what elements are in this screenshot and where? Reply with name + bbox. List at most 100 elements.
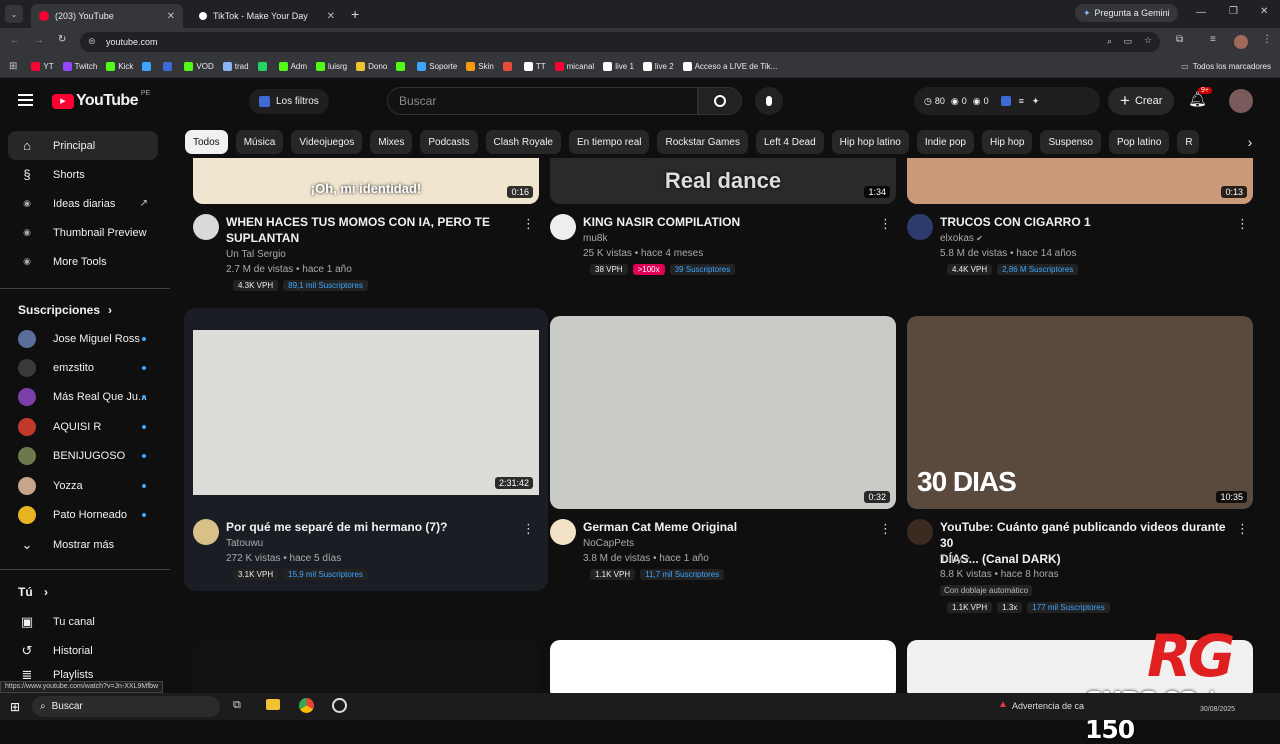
zoom-icon[interactable]: ⌕ bbox=[1107, 36, 1112, 47]
file-explorer-icon[interactable] bbox=[266, 699, 280, 710]
video-thumbnail[interactable]: 0:32 bbox=[550, 316, 896, 509]
video-title[interactable]: YouTube: Cuánto gané publicando videos d… bbox=[940, 519, 1230, 567]
video-thumbnail[interactable]: ¡Oh, mi identidad! 0:16 bbox=[193, 158, 539, 204]
media-icon[interactable]: ≡ bbox=[1210, 34, 1216, 45]
close-tab-icon[interactable]: ✕ bbox=[327, 11, 335, 22]
channel-avatar[interactable] bbox=[550, 519, 576, 545]
bookmark-item[interactable]: Skin bbox=[466, 62, 494, 71]
channel-avatar[interactable] bbox=[193, 214, 219, 240]
more-options-icon[interactable]: ⋮ bbox=[522, 216, 535, 232]
minimize-button[interactable]: — bbox=[1196, 7, 1206, 18]
all-bookmarks[interactable]: ▭ Todos los marcadores bbox=[1181, 62, 1271, 71]
bookmark-item[interactable]: trad bbox=[222, 62, 249, 71]
more-options-icon[interactable]: ⋮ bbox=[879, 216, 892, 232]
profile-avatar[interactable] bbox=[1234, 35, 1248, 49]
more-options-icon[interactable]: ⋮ bbox=[1236, 216, 1249, 232]
apps-icon[interactable]: ⊞ bbox=[9, 61, 17, 72]
bookmark-item[interactable]: Dono bbox=[356, 62, 387, 71]
filter-chip[interactable]: Left 4 Dead bbox=[755, 130, 824, 154]
chrome-taskbar-icon[interactable] bbox=[299, 698, 314, 713]
filter-chip[interactable]: Indie pop bbox=[916, 130, 974, 154]
bookmark-item[interactable]: VOD bbox=[184, 62, 214, 71]
filter-chip[interactable]: Clash Royale bbox=[485, 130, 561, 154]
filter-chip[interactable]: Suspenso bbox=[1040, 130, 1101, 154]
more-options-icon[interactable]: ⋮ bbox=[1236, 521, 1249, 537]
video-title[interactable]: WHEN HACES TUS MOMOS CON IA, PERO TE SUPL… bbox=[226, 214, 516, 246]
sparkle-icon[interactable]: ✦ bbox=[1032, 96, 1040, 107]
filter-chip[interactable]: Rockstar Games bbox=[657, 130, 748, 154]
hamburger-menu-icon[interactable] bbox=[18, 94, 33, 106]
filter-chip[interactable]: Hip hop latino bbox=[831, 130, 909, 154]
browser-menu-icon[interactable]: ⋮ bbox=[1262, 34, 1272, 45]
video-thumbnail[interactable]: 30 DIAS 10:35 bbox=[907, 316, 1253, 509]
video-title[interactable]: German Cat Meme Original bbox=[583, 519, 873, 535]
filter-chip[interactable]: Videojuegos bbox=[291, 130, 363, 154]
bookmark-item[interactable]: YT bbox=[31, 62, 54, 71]
video-thumbnail[interactable]: 0:13 bbox=[907, 158, 1253, 204]
video-title[interactable]: KING NASIR COMPILATION bbox=[583, 214, 873, 230]
search-button[interactable] bbox=[698, 87, 742, 115]
tab-tiktok[interactable]: TikTok - Make Your Day ✕ bbox=[191, 4, 343, 28]
filter-chip[interactable]: R bbox=[1177, 130, 1200, 154]
channel-avatar[interactable] bbox=[907, 519, 933, 545]
bookmark-item[interactable]: Acceso a LIVE de Tik... bbox=[682, 62, 777, 71]
list-icon[interactable]: ≡ bbox=[1019, 96, 1024, 106]
bookmark-star-icon[interactable]: ☆ bbox=[1144, 35, 1152, 46]
bookmark-item[interactable]: live 2 bbox=[642, 62, 674, 71]
gemini-button[interactable]: ✦ Pregunta a Gemini bbox=[1075, 4, 1178, 22]
bookmark-item[interactable] bbox=[257, 62, 270, 71]
video-thumbnail[interactable] bbox=[193, 640, 539, 693]
video-title[interactable]: TRUCOS CON CIGARRO 1 bbox=[940, 214, 1230, 230]
more-options-icon[interactable]: ⋮ bbox=[522, 521, 535, 537]
bookmark-item[interactable] bbox=[142, 62, 154, 71]
create-button[interactable]: + Crear bbox=[1108, 87, 1175, 115]
channel-avatar[interactable] bbox=[193, 519, 219, 545]
cast-icon[interactable]: ▭ bbox=[1123, 36, 1132, 47]
channel-name[interactable]: NoCapPets bbox=[583, 538, 634, 549]
channel-name[interactable]: elxokas ✔ bbox=[940, 233, 983, 244]
video-thumbnail[interactable]: Real dance 1:34 bbox=[550, 158, 896, 204]
youtube-logo[interactable]: ▶ YouTube PE bbox=[52, 90, 150, 110]
bookmark-item[interactable] bbox=[163, 62, 175, 71]
bookmark-item[interactable]: micanal bbox=[554, 62, 594, 71]
filters-button[interactable]: Los filtros bbox=[249, 89, 329, 114]
channel-name[interactable]: Tatouwu bbox=[226, 538, 263, 549]
back-icon[interactable]: ← bbox=[10, 35, 20, 46]
bookmark-item[interactable]: Adm bbox=[278, 62, 307, 71]
forward-icon[interactable]: → bbox=[34, 35, 44, 46]
channel-avatar[interactable] bbox=[550, 214, 576, 240]
channel-avatar[interactable] bbox=[907, 214, 933, 240]
close-window-button[interactable]: ✕ bbox=[1260, 6, 1268, 17]
maximize-button[interactable]: ❐ bbox=[1229, 6, 1238, 17]
taskbar-search[interactable]: ⌕ Buscar bbox=[32, 696, 220, 717]
site-info-icon[interactable]: ⊜ bbox=[88, 36, 96, 47]
bookmark-item[interactable]: Soporte bbox=[417, 62, 457, 71]
tab-youtube[interactable]: (203) YouTube ✕ bbox=[31, 4, 183, 28]
filter-chip[interactable]: Mixes bbox=[370, 130, 413, 154]
filter-chip[interactable]: En tiempo real bbox=[569, 130, 650, 154]
windows-start-icon[interactable]: ⊞ bbox=[10, 700, 20, 714]
taskbar-warning[interactable]: Advertencia de ca bbox=[1012, 701, 1084, 711]
obs-taskbar-icon[interactable] bbox=[332, 698, 347, 713]
filter-chip[interactable]: Podcasts bbox=[420, 130, 478, 154]
video-thumbnail[interactable]: 2:31:42 bbox=[193, 330, 539, 495]
bookmark-item[interactable]: TT bbox=[523, 62, 546, 71]
chips-next-button[interactable]: › bbox=[1238, 130, 1262, 154]
search-input[interactable]: Buscar bbox=[387, 87, 698, 115]
tab-list-button[interactable]: ⌄ bbox=[5, 5, 23, 23]
account-avatar[interactable] bbox=[1229, 89, 1253, 113]
filter-chip[interactable]: Música bbox=[235, 130, 284, 154]
video-title[interactable]: Por qué me separé de mi hermano (7)? bbox=[226, 519, 516, 535]
bookmark-item[interactable] bbox=[396, 62, 408, 71]
extensions-icon[interactable]: ⧉ bbox=[1176, 34, 1183, 45]
sidebar-item-principal[interactable]: ⌂ Principal bbox=[8, 131, 158, 160]
close-tab-icon[interactable]: ✕ bbox=[167, 11, 175, 22]
filter-chip[interactable]: Pop latino bbox=[1108, 130, 1170, 154]
task-view-icon[interactable]: ⧉ bbox=[233, 699, 241, 712]
bookmark-item[interactable]: live 1 bbox=[603, 62, 634, 71]
extension-icon[interactable] bbox=[1000, 96, 1011, 106]
channel-name[interactable]: mu8k bbox=[583, 233, 607, 244]
video-thumbnail[interactable] bbox=[550, 640, 896, 693]
bookmark-item[interactable]: Twitch bbox=[62, 62, 97, 71]
address-bar[interactable]: ⊜ youtube.com ⌕ ▭ ☆ bbox=[80, 32, 1160, 52]
